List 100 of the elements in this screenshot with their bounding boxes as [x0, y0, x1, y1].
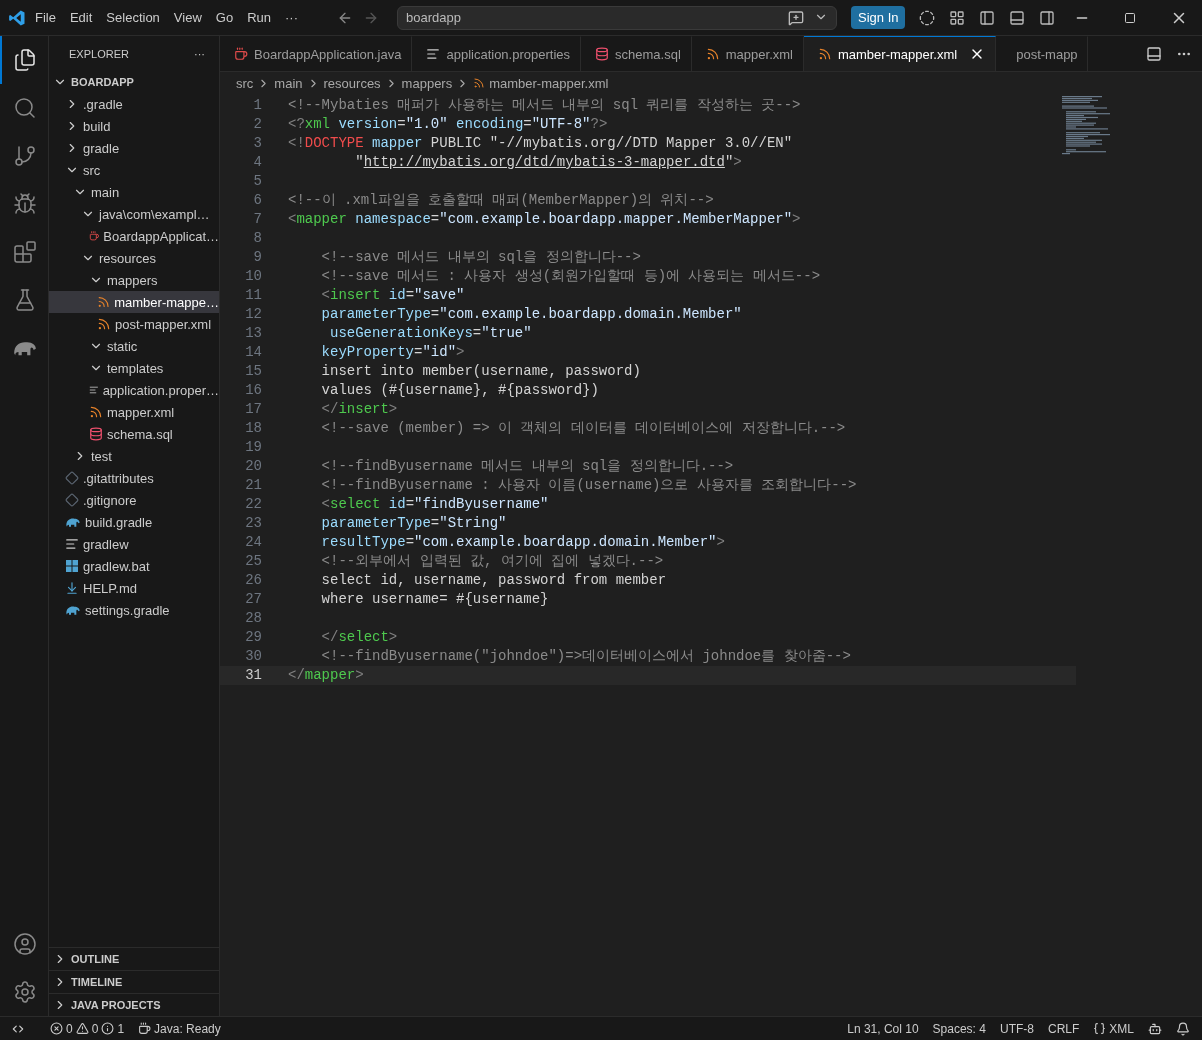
code-line: <!--외부에서 입력된 값, 여기에 집에 넣겠다.-->: [320, 552, 664, 571]
menu-item[interactable]: Edit: [64, 6, 98, 29]
explorer-file[interactable]: gradlew.bat: [49, 555, 219, 577]
code-line: useGenerationKeys="true": [329, 324, 532, 343]
line-number: 30: [244, 647, 262, 666]
windows-icon: [65, 559, 79, 573]
menu-item[interactable]: File: [30, 6, 61, 29]
explorer-folder[interactable]: build: [49, 115, 219, 137]
line-number: 2: [252, 115, 262, 134]
breadcrumb-item[interactable]: mamber-mapper.xml: [489, 75, 609, 91]
line-number: 14: [244, 343, 262, 362]
account-status-icon[interactable]: [919, 9, 936, 26]
explorer-file[interactable]: mamber-mappe…: [49, 291, 219, 313]
explorer-file[interactable]: schema.sql: [49, 423, 219, 445]
info-icon: [101, 1022, 115, 1035]
explorer-file[interactable]: build.gradle: [49, 511, 219, 533]
rss-icon: [89, 405, 103, 419]
code-line: values (#{username}, #{password}): [320, 381, 599, 400]
menu-item[interactable]: ···: [280, 6, 303, 29]
language-status[interactable]: XML: [1093, 1021, 1134, 1036]
status-item[interactable]: UTF-8: [999, 1021, 1034, 1036]
status-item[interactable]: CRLF: [1047, 1021, 1080, 1036]
line-number: 22: [244, 495, 262, 514]
code-line: </mapper>: [288, 666, 364, 685]
split-editor-icon[interactable]: [1146, 45, 1162, 62]
line-number: 8: [252, 229, 262, 248]
diamond-icon: [65, 493, 79, 507]
code-line: keyProperty="id">: [320, 343, 465, 362]
menu-item[interactable]: Go: [210, 6, 239, 29]
chat-icon[interactable]: [788, 9, 804, 26]
maximize-icon[interactable]: [1124, 11, 1136, 24]
explorer-folder[interactable]: main: [49, 181, 219, 203]
explorer-folder[interactable]: resources: [49, 247, 219, 269]
explorer-folder[interactable]: src: [49, 159, 219, 181]
settings-icon: [13, 980, 37, 1004]
explorer-file[interactable]: .gitignore: [49, 489, 219, 511]
explorer-folder[interactable]: static: [49, 335, 219, 357]
line-number: 29: [244, 628, 262, 647]
panel-bottom-icon[interactable]: [1009, 9, 1026, 26]
breadcrumb-item[interactable]: src: [236, 75, 254, 91]
status-item[interactable]: Ln 31, Col 10: [847, 1021, 919, 1036]
line-number: 7: [252, 210, 262, 229]
explorer-file[interactable]: BoardappApplicat…: [49, 225, 219, 247]
command-search-field[interactable]: boardapp: [397, 5, 837, 30]
line-number: 5: [252, 172, 262, 191]
breadcrumb-item[interactable]: mappers: [401, 75, 453, 91]
code-line: where username= #{username}: [320, 590, 549, 609]
explorer-file[interactable]: settings.gradle: [49, 599, 219, 621]
more-actions[interactable]: ···: [194, 47, 205, 60]
menu-item[interactable]: Run: [242, 6, 276, 29]
explorer-file[interactable]: application.proper…: [49, 379, 219, 401]
panel-header[interactable]: OUTLINE: [49, 947, 219, 970]
database-icon: [89, 427, 103, 441]
code-line: <!--save 메서드 : 사용자 생성(회원가입할때 등)에 사용되는 메서드-->: [320, 267, 821, 286]
editor-tab[interactable]: mamber-mapper.xml: [803, 36, 997, 71]
explorer-folder[interactable]: test: [49, 445, 219, 467]
notifications-icon[interactable]: [1176, 1021, 1190, 1036]
line-number: 9: [252, 248, 262, 267]
lines-icon: [65, 537, 79, 551]
flask-icon: [13, 288, 37, 312]
explorer-file[interactable]: gradlew: [49, 533, 219, 555]
explorer-file[interactable]: .gitattributes: [49, 467, 219, 489]
app-logo-icon: [8, 8, 26, 27]
line-number: 10: [244, 267, 262, 286]
status-item[interactable]: Spaces: 4: [932, 1021, 986, 1036]
menu-item[interactable]: Selection: [101, 6, 165, 29]
line-number: 12: [244, 305, 262, 324]
breadcrumb-item[interactable]: resources: [323, 75, 381, 91]
search-icon: [13, 96, 37, 120]
explorer-file[interactable]: HELP.md: [49, 577, 219, 599]
panel-right-icon[interactable]: [1039, 9, 1056, 26]
explorer-file[interactable]: post-mapper.xml: [49, 313, 219, 335]
account-icon: [13, 932, 37, 956]
panel-left-icon[interactable]: [979, 9, 996, 26]
panel-header[interactable]: TIMELINE: [49, 970, 219, 993]
line-number: 18: [244, 419, 262, 438]
breadcrumb-item[interactable]: main: [274, 75, 303, 91]
problems-status[interactable]: 0 0 1: [50, 1021, 125, 1036]
code-line: select id, username, password from member: [320, 571, 667, 590]
database-icon: [595, 47, 609, 61]
menu-item[interactable]: View: [168, 6, 207, 29]
explorer-folder[interactable]: java\com\exampl…: [49, 203, 219, 225]
explorer-folder[interactable]: gradle: [49, 137, 219, 159]
explorer-folder[interactable]: mappers: [49, 269, 219, 291]
coffee-icon: [234, 47, 248, 61]
code-line: <mapper namespace="com.example.boardapp.mapper.MemberMapper">: [288, 210, 801, 229]
explorer-file[interactable]: mapper.xml: [49, 401, 219, 423]
explorer-folder[interactable]: .gradle: [49, 93, 219, 115]
explorer-folder[interactable]: templates: [49, 357, 219, 379]
code-line: <!--save (member) => 이 객체의 데이터를 데이터베이스에 저장합니다.-->: [320, 419, 846, 438]
copilot-icon[interactable]: [1148, 1021, 1162, 1036]
layout-icon[interactable]: [949, 9, 966, 26]
line-number: 20: [244, 457, 262, 476]
sign-in-button[interactable]: Sign In: [851, 6, 906, 29]
workspace-root[interactable]: BOARDAPP: [49, 71, 219, 93]
code-line: <!--이 .xml파일을 호출할때 매퍼(MemberMapper)의 위치-->: [288, 191, 714, 210]
elephant-icon: [65, 604, 81, 616]
coffee-icon: [138, 1022, 152, 1035]
java-status[interactable]: Java: Ready: [138, 1021, 221, 1036]
code-line: <insert id="save": [320, 286, 465, 305]
